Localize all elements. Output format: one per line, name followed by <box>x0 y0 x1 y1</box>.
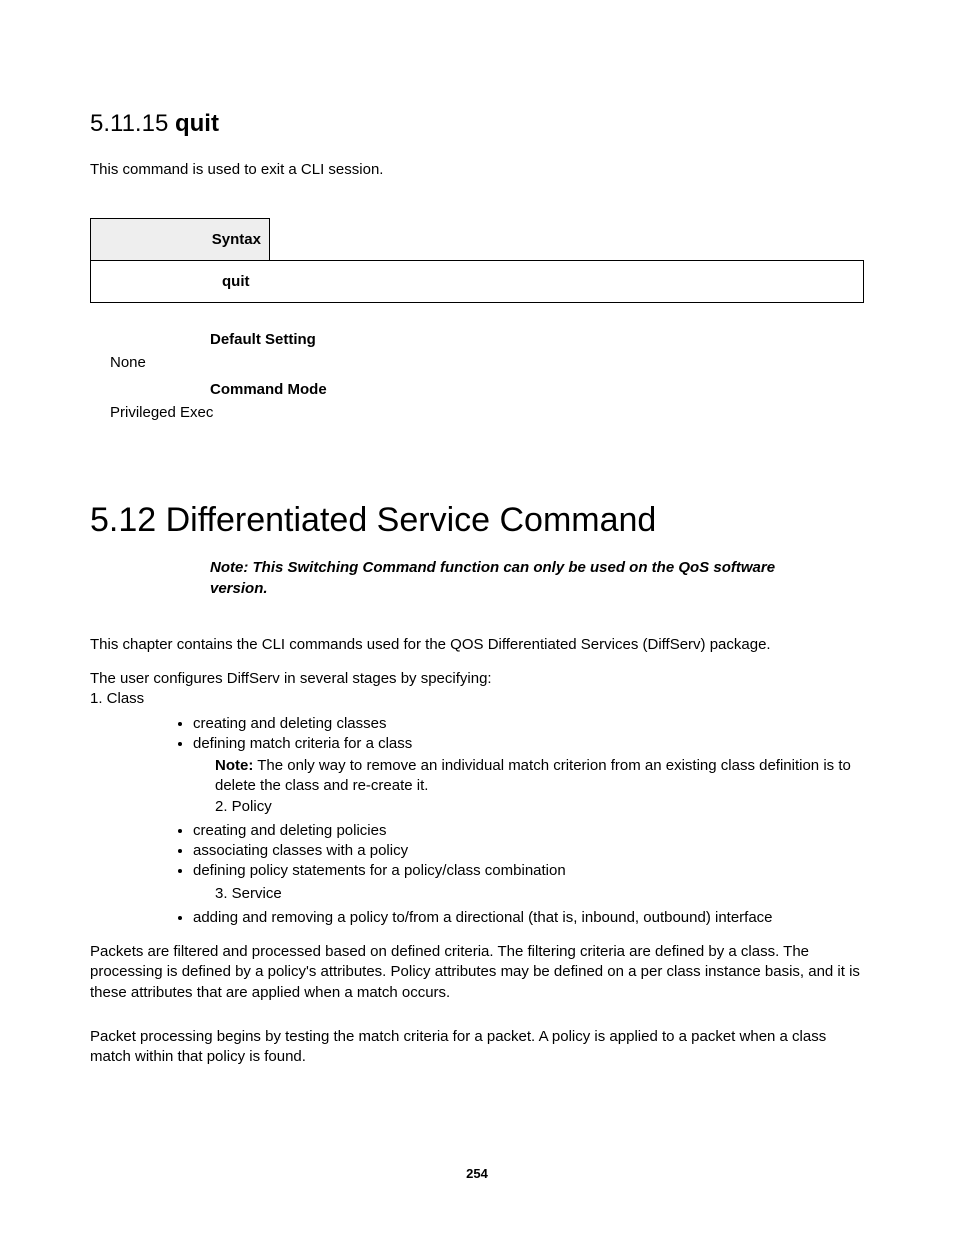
qos-note: Note: This Switching Command function ca… <box>210 558 834 599</box>
service-bullets: adding and removing a policy to/from a d… <box>90 908 864 928</box>
syntax-table: Syntax quit <box>90 218 864 303</box>
list-item: associating classes with a policy <box>193 841 864 861</box>
list-item: defining policy statements for a policy/… <box>193 861 864 881</box>
syntax-body-spacer <box>270 261 864 303</box>
document-page: 5.11.15 quit This command is used to exi… <box>0 0 954 1235</box>
list-item: adding and removing a policy to/from a d… <box>193 908 864 928</box>
command-description: This command is used to exit a CLI sessi… <box>90 160 864 180</box>
page-number: 254 <box>0 1166 954 1181</box>
note-text: The only way to remove an individual mat… <box>215 757 851 794</box>
default-setting-value: None <box>110 354 864 371</box>
section-heading: 5.12 Differentiated Service Command <box>90 501 864 540</box>
syntax-header-spacer <box>270 219 864 261</box>
chapter-intro: This chapter contains the CLI commands u… <box>90 635 864 655</box>
stage-2-label: 2. Policy <box>215 797 864 817</box>
subsection-number: 5.11.15 <box>90 110 168 137</box>
subsection-heading: 5.11.15 quit <box>90 110 864 138</box>
command-mode-label: Command Mode <box>210 381 864 398</box>
command-mode-value: Privileged Exec <box>110 404 864 421</box>
syntax-header-cell: Syntax <box>91 219 270 261</box>
class-note: Note: The only way to remove an individu… <box>215 756 864 797</box>
subsection-title: quit <box>175 110 219 137</box>
policy-bullets: creating and deleting policies associati… <box>90 821 864 882</box>
stages-intro: The user configures DiffServ in several … <box>90 669 864 689</box>
class-bullets: creating and deleting classes defining m… <box>90 714 864 755</box>
list-item: creating and deleting policies <box>193 821 864 841</box>
note-label: Note: <box>215 757 253 774</box>
syntax-body-cell: quit <box>91 261 270 303</box>
stage-3-label: 3. Service <box>215 884 864 904</box>
list-item: defining match criteria for a class <box>193 734 864 754</box>
default-setting-label: Default Setting <box>210 331 864 348</box>
packets-para-2: Packet processing begins by testing the … <box>90 1027 864 1068</box>
stage-1-label: 1. Class <box>90 689 864 709</box>
list-item: creating and deleting classes <box>193 714 864 734</box>
packets-para-1: Packets are filtered and processed based… <box>90 942 864 1003</box>
